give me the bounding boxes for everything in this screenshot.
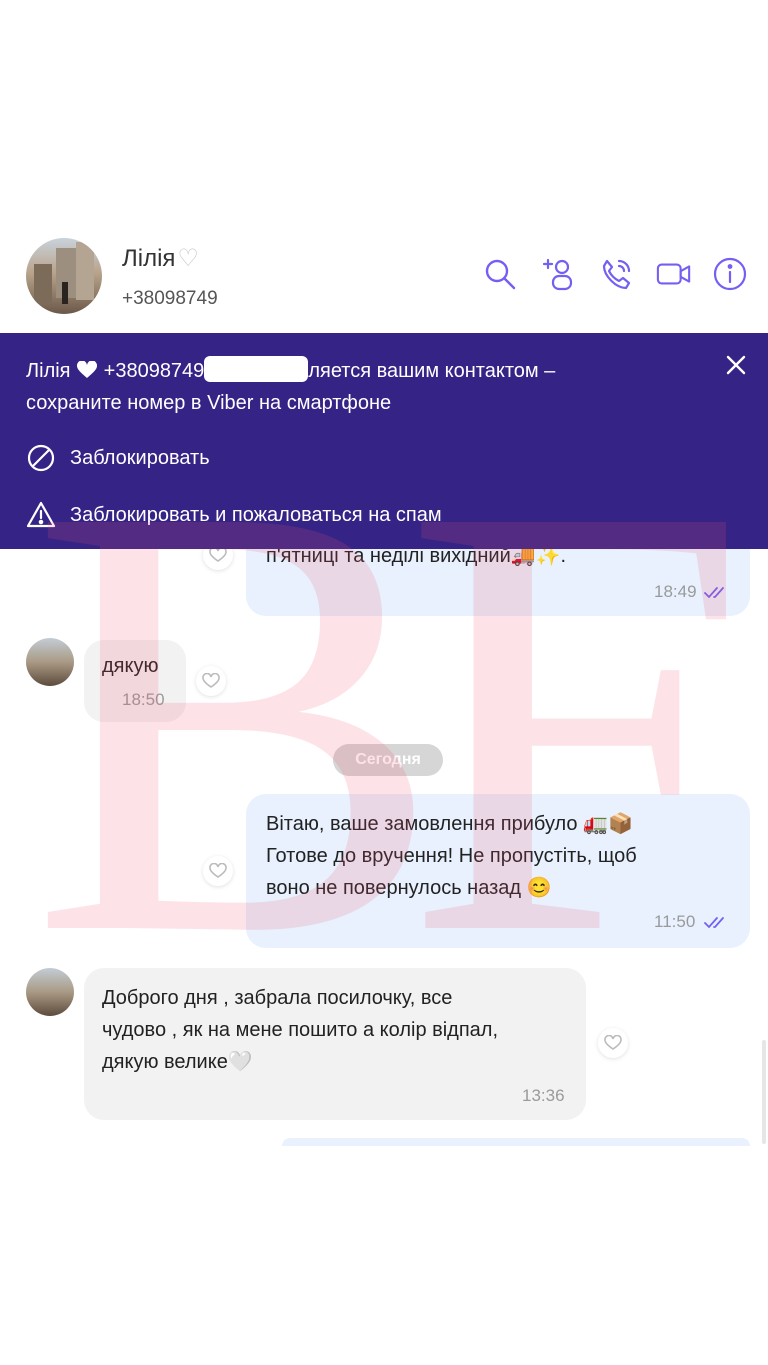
close-icon[interactable] <box>724 353 748 377</box>
unknown-contact-banner: Лілія +38098749 ляется вашим контактом – … <box>0 333 768 549</box>
read-receipt-icon <box>704 917 724 929</box>
like-heart-icon[interactable] <box>598 1028 628 1058</box>
block-icon <box>27 444 55 472</box>
heart-icon <box>76 360 104 382</box>
block-button[interactable]: Заблокировать <box>26 443 210 473</box>
scrollbar[interactable] <box>762 1040 766 1144</box>
chat-header: Лілія♡ +38098749 <box>0 232 768 332</box>
block-and-report-spam-button[interactable]: Заблокировать и пожаловаться на спам <box>26 500 442 530</box>
search-icon[interactable] <box>482 256 518 292</box>
like-heart-icon[interactable] <box>196 666 226 696</box>
phone-icon[interactable] <box>598 256 634 292</box>
contact-avatar[interactable] <box>26 638 74 686</box>
video-icon[interactable] <box>656 256 692 292</box>
contact-avatar[interactable] <box>26 238 102 314</box>
date-separator: Сегодня <box>333 744 443 776</box>
message-outgoing[interactable] <box>282 1138 750 1146</box>
message-incoming[interactable]: Доброго дня , забрала посилочку, все чуд… <box>84 968 586 1120</box>
banner-message: Лілія +38098749 ляется вашим контактом – … <box>26 355 555 419</box>
message-outgoing[interactable]: Вітаю, ваше замовлення прибуло 🚛📦 Готове… <box>246 794 750 948</box>
like-heart-icon[interactable] <box>203 856 233 886</box>
heart-icon: ♡ <box>177 245 199 272</box>
contact-name[interactable]: Лілія♡ <box>122 244 199 273</box>
contact-phone: +38098749 <box>122 288 218 309</box>
contact-avatar[interactable] <box>26 968 74 1016</box>
message-incoming[interactable]: дякую 18:50 <box>84 640 186 722</box>
add-user-icon[interactable] <box>540 256 576 292</box>
warning-icon <box>26 501 56 528</box>
info-icon[interactable] <box>712 256 748 292</box>
redaction-mark <box>204 356 309 382</box>
read-receipt-icon <box>704 587 724 599</box>
